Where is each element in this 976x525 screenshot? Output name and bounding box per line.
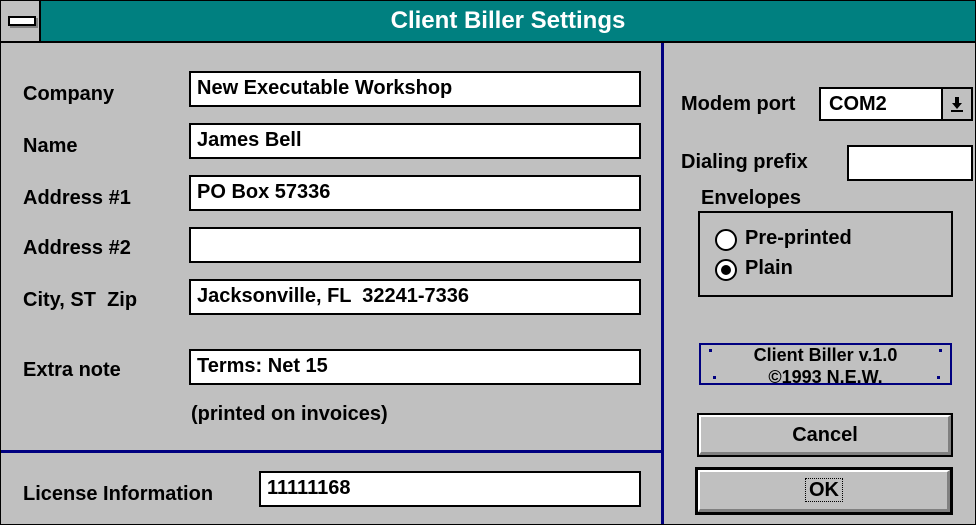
extra-note-label: Extra note [23, 359, 121, 381]
ok-button[interactable]: OK [695, 467, 953, 515]
name-label: Name [23, 135, 78, 157]
decorative-dot [709, 349, 712, 352]
license-label: License Information [23, 483, 214, 505]
cancel-button-label: Cancel [792, 424, 858, 446]
window-title: Client Biller Settings [390, 7, 626, 34]
plain-radio[interactable] [715, 259, 737, 281]
arrow-down-underline-icon [951, 97, 963, 112]
decorative-dot [937, 376, 940, 379]
city-state-zip-field[interactable]: Jacksonville, FL 32241-7336 [189, 279, 641, 315]
company-label: Company [23, 83, 115, 105]
modem-port-select[interactable]: COM2 [819, 87, 973, 121]
system-menu-button[interactable] [1, 1, 41, 41]
pre-printed-radio[interactable] [715, 229, 737, 251]
address1-label: Address #1 [23, 187, 131, 209]
modem-port-label: Modem port [681, 93, 796, 115]
modem-port-value: COM2 [829, 93, 887, 115]
vertical-divider [661, 43, 664, 524]
city-state-zip-label: City, ST Zip [23, 289, 138, 311]
dropdown-arrow-button[interactable] [941, 89, 971, 119]
address2-label: Address #2 [23, 237, 131, 259]
settings-dialog: Client Biller Settings Company New Execu… [0, 0, 976, 525]
dialing-prefix-label: Dialing prefix [681, 151, 808, 173]
decorative-dot [713, 376, 716, 379]
about-box: Client Biller v.1.0 ©1993 N.E.W. [699, 343, 952, 387]
title-bar[interactable]: Client Biller Settings [1, 1, 975, 43]
envelopes-group [698, 211, 953, 297]
dialing-prefix-field[interactable] [847, 145, 973, 181]
name-field[interactable]: James Bell [189, 123, 641, 159]
horizontal-divider [1, 450, 663, 453]
about-copyright: ©1993 N.E.W. [768, 367, 883, 387]
extra-note-hint: (printed on invoices) [191, 403, 388, 425]
about-version: Client Biller v.1.0 [753, 345, 898, 365]
address2-field[interactable] [189, 227, 641, 263]
cancel-button[interactable]: Cancel [697, 413, 953, 457]
license-field[interactable]: 11111168 [259, 471, 641, 507]
system-menu-icon [8, 16, 36, 26]
address1-field[interactable]: PO Box 57336 [189, 175, 641, 211]
company-field[interactable]: New Executable Workshop [189, 71, 641, 107]
pre-printed-label[interactable]: Pre-printed [745, 227, 852, 250]
ok-button-label: OK [805, 478, 843, 502]
decorative-dot [939, 349, 942, 352]
extra-note-field[interactable]: Terms: Net 15 [189, 349, 641, 385]
envelopes-label: Envelopes [701, 187, 802, 209]
plain-label[interactable]: Plain [745, 257, 793, 280]
